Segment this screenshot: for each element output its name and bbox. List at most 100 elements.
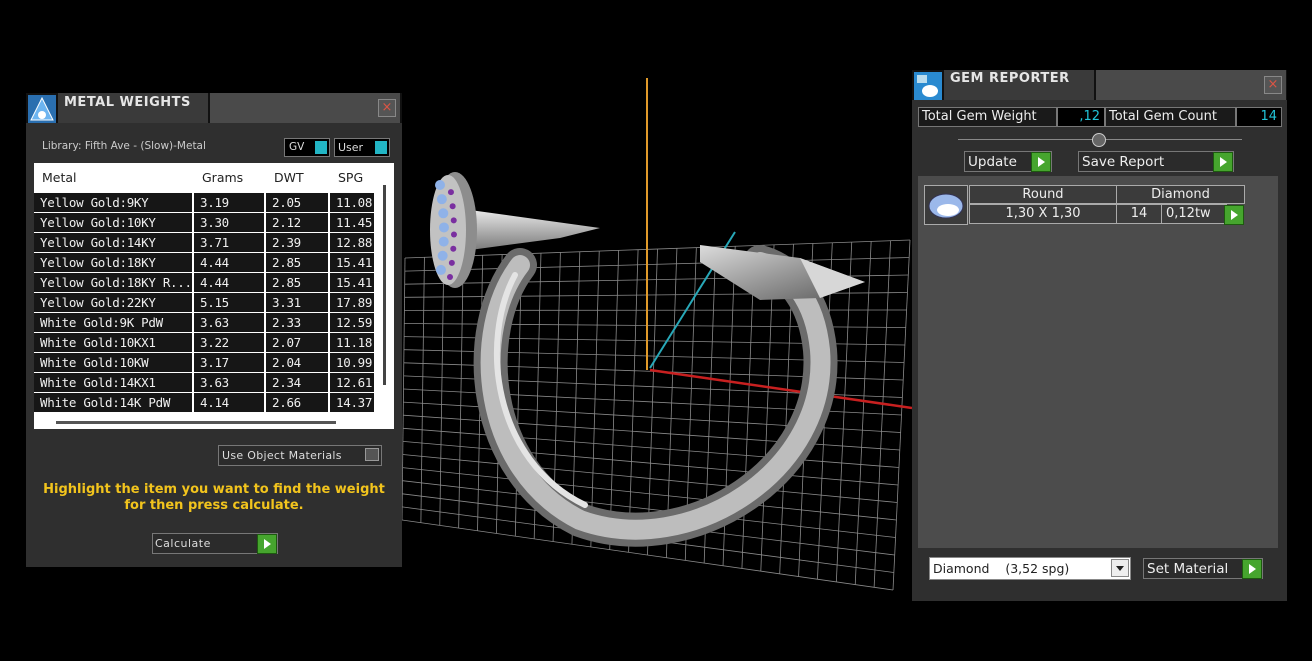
toggle-radio-icon — [365, 448, 379, 461]
metal-weights-panel: METAL WEIGHTS × Library: Fifth Ave - (Sl… — [26, 93, 402, 567]
table-row[interactable]: White Gold:14KX1 3.63 2.34 12.61 — [34, 373, 374, 392]
use-object-materials-toggle[interactable]: Use Object Materials — [218, 445, 382, 466]
cell-spg: 17.89 — [330, 293, 374, 312]
cell-grams: 4.44 — [194, 253, 264, 272]
cell-spg: 10.99 — [330, 353, 374, 372]
material-select[interactable]: Diamond (3,52 spg) — [929, 557, 1131, 580]
vertical-scrollbar[interactable] — [383, 185, 386, 385]
update-button[interactable]: Update — [964, 151, 1052, 172]
user-toggle[interactable]: User — [334, 138, 390, 157]
gem-stone — [449, 203, 456, 210]
gem-thumbnail-icon[interactable] — [924, 185, 968, 225]
slider-handle-icon[interactable] — [1092, 133, 1106, 147]
cell-dwt: 2.07 — [266, 333, 328, 352]
table-row[interactable]: Yellow Gold:22KY 5.15 3.31 17.89 — [34, 293, 374, 312]
gem-weight: 0,12tw — [1161, 204, 1227, 224]
gem-stone — [438, 222, 449, 233]
play-icon — [257, 534, 277, 554]
cell-dwt: 2.04 — [266, 353, 328, 372]
table-row[interactable]: White Gold:10KW 3.17 2.04 10.99 — [34, 353, 374, 372]
update-label: Update — [968, 154, 1017, 170]
gem-count: 14 — [1116, 204, 1162, 224]
table-row[interactable]: Yellow Gold:18KY R... 4.44 2.85 15.41 — [34, 273, 374, 292]
table-row[interactable]: Yellow Gold:9KY 3.19 2.05 11.08 — [34, 193, 374, 212]
cell-dwt: 3.31 — [266, 293, 328, 312]
gem-stone — [436, 194, 447, 205]
cell-metal: Yellow Gold:10KY — [34, 213, 192, 232]
cell-spg: 12.59 — [330, 313, 374, 332]
col-grams[interactable]: Grams — [202, 170, 243, 185]
gem-stone — [447, 274, 453, 280]
save-report-button[interactable]: Save Report — [1078, 151, 1234, 172]
table-row[interactable]: Yellow Gold:14KY 3.71 2.39 12.88 — [34, 233, 374, 252]
set-material-button[interactable]: Set Material — [1143, 558, 1263, 579]
cell-metal: White Gold:10KX1 — [34, 333, 192, 352]
horizontal-scrollbar[interactable] — [56, 421, 336, 424]
cell-dwt: 2.66 — [266, 393, 328, 412]
total-gem-weight-value: ,12 — [1057, 107, 1105, 127]
cell-grams: 3.63 — [194, 373, 264, 392]
metal-panel-title: METAL WEIGHTS — [64, 95, 191, 110]
col-dwt[interactable]: DWT — [274, 170, 304, 185]
gem-stone — [450, 245, 457, 252]
gem-reporter-panel: GEM REPORTER × Total Gem Weight ,12 Tota… — [912, 70, 1287, 601]
cell-spg: 11.18 — [330, 333, 374, 352]
gv-toggle[interactable]: GV — [284, 138, 330, 157]
cell-grams: 3.63 — [194, 313, 264, 332]
user-indicator — [375, 141, 387, 154]
calculate-button[interactable]: Calculate — [152, 533, 278, 554]
gem-titlebar: GEM REPORTER × — [912, 70, 1287, 100]
gem-type: Diamond — [1116, 185, 1245, 204]
cell-dwt: 2.12 — [266, 213, 328, 232]
material-select-value: Diamond (3,52 spg) — [933, 561, 1070, 576]
cell-dwt: 2.85 — [266, 273, 328, 292]
table-row[interactable]: Yellow Gold:10KY 3.30 2.12 11.45 — [34, 213, 374, 232]
gem-close-icon[interactable]: × — [1264, 76, 1282, 94]
update-play-icon — [1031, 152, 1051, 172]
close-icon[interactable]: × — [378, 99, 396, 117]
cell-metal: White Gold:9K PdW — [34, 313, 192, 332]
col-spg[interactable]: SPG — [338, 170, 363, 185]
cell-metal: Yellow Gold:18KY — [34, 253, 192, 272]
gem-stone — [450, 217, 457, 224]
gem-stone — [435, 264, 446, 275]
cell-metal: White Gold:14K PdW — [34, 393, 192, 412]
gem-stone — [450, 231, 457, 238]
col-metal[interactable]: Metal — [42, 170, 77, 185]
cell-dwt: 2.39 — [266, 233, 328, 252]
gem-stone — [435, 180, 445, 190]
cell-grams: 4.14 — [194, 393, 264, 412]
cell-metal: White Gold:10KW — [34, 353, 192, 372]
total-gem-weight-label: Total Gem Weight — [918, 107, 1057, 127]
viewport-3d[interactable] — [400, 60, 912, 620]
total-gem-count-label: Total Gem Count — [1105, 107, 1236, 127]
table-row[interactable]: White Gold:10KX1 3.22 2.07 11.18 — [34, 333, 374, 352]
cell-grams: 4.44 — [194, 273, 264, 292]
gem-stone — [437, 250, 448, 261]
cell-grams: 3.71 — [194, 233, 264, 252]
cell-dwt: 2.05 — [266, 193, 328, 212]
table-row[interactable]: White Gold:14K PdW 4.14 2.66 14.37 — [34, 393, 374, 412]
calculate-label: Calculate — [155, 537, 211, 550]
save-report-play-icon — [1213, 152, 1233, 172]
gem-size: 1,30 X 1,30 — [969, 204, 1117, 224]
gv-label: GV — [289, 141, 305, 153]
gem-row-play-icon[interactable] — [1224, 205, 1244, 225]
cell-spg: 11.45 — [330, 213, 374, 232]
cell-grams: 5.15 — [194, 293, 264, 312]
table-row[interactable]: White Gold:9K PdW 3.63 2.33 12.59 — [34, 313, 374, 332]
table-row[interactable]: Yellow Gold:18KY 4.44 2.85 15.41 — [34, 253, 374, 272]
app-logo-icon — [28, 95, 56, 123]
cell-spg: 11.08 — [330, 193, 374, 212]
cell-spg: 15.41 — [330, 253, 374, 272]
cell-grams: 3.17 — [194, 353, 264, 372]
library-label: Library: Fifth Ave - (Slow)-Metal — [42, 140, 206, 152]
user-label: User — [338, 141, 364, 154]
use-object-materials-label: Use Object Materials — [222, 449, 342, 462]
gem-stone — [438, 236, 449, 247]
cell-metal: Yellow Gold:22KY — [34, 293, 192, 312]
gv-indicator — [315, 141, 327, 154]
gem-shape: Round — [969, 185, 1117, 204]
cell-spg: 15.41 — [330, 273, 374, 292]
set-material-play-icon — [1242, 559, 1262, 579]
